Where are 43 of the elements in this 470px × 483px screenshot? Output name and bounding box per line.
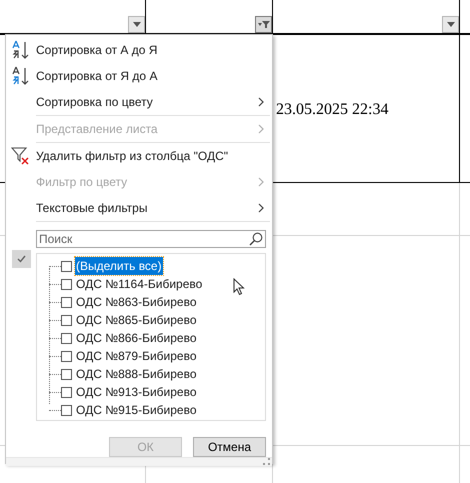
search-icon (249, 232, 263, 246)
list-item[interactable]: (Выделить все) (75, 257, 163, 275)
checkbox[interactable] (61, 296, 72, 308)
chevron-right-icon (258, 177, 264, 187)
checkbox[interactable] (61, 368, 72, 380)
mouse-cursor-icon (233, 278, 245, 296)
chevron-right-icon (258, 203, 264, 213)
sort-descending-icon (11, 66, 31, 86)
menu-item[interactable]: Текстовые фильтры (6, 195, 272, 221)
filter-dropdown-button[interactable] (255, 16, 272, 33)
checkbox[interactable] (61, 404, 72, 416)
checkbox[interactable] (61, 350, 72, 362)
menu-item[interactable]: Сортировка от А до Я (6, 37, 272, 63)
list-item[interactable]: ОДС №1164-Бибирево (75, 275, 204, 293)
sort-ascending-icon (11, 40, 31, 60)
list-item[interactable]: ОДС №888-Бибирево (75, 365, 198, 383)
clear-filter-icon (11, 147, 31, 165)
list-item[interactable]: ОДС №879-Бибирево (75, 347, 198, 365)
menu-item[interactable]: Сортировка по цвету (6, 89, 272, 115)
checkbox[interactable] (61, 386, 72, 398)
menu-item[interactable]: Удалить фильтр из столбца "ОДС" (6, 143, 272, 169)
list-item[interactable]: ОДС №866-Бибирево (75, 329, 198, 347)
list-item[interactable]: ОДС №913-Бибирево (75, 383, 198, 401)
chevron-right-icon (258, 97, 264, 107)
checkbox[interactable] (61, 278, 72, 290)
chevron-right-icon (258, 124, 264, 134)
checkbox[interactable] (61, 314, 72, 326)
list-item[interactable]: ОДС №915-Бибирево (75, 401, 198, 419)
list-item[interactable]: ОДС №863-Бибирево (75, 293, 198, 311)
checkmark-icon (12, 250, 30, 268)
caret-icon (446, 22, 454, 27)
cancel-button[interactable]: Отмена (193, 437, 266, 457)
checkbox[interactable] (61, 332, 72, 344)
caret-icon (132, 22, 140, 27)
dropdown-button[interactable] (128, 16, 145, 33)
search-field[interactable]: Поиск (36, 230, 266, 248)
filter-icon (258, 20, 270, 29)
checkbox[interactable] (61, 260, 72, 272)
menu-item[interactable]: Сортировка от Я до А (6, 63, 272, 89)
dropdown-button[interactable] (442, 16, 459, 33)
date-cell-text: 23.05.2025 22:34 (276, 100, 388, 120)
list-item[interactable]: ОДС №865-Бибирево (75, 311, 198, 329)
resize-grip-icon (263, 458, 270, 465)
